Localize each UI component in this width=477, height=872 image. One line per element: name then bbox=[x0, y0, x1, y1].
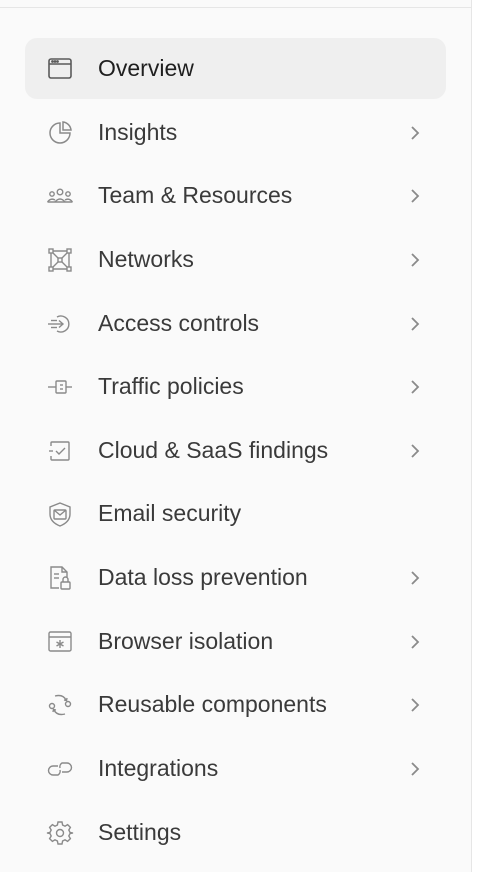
network-icon bbox=[46, 246, 74, 274]
reusable-icon bbox=[46, 691, 74, 719]
chevron-right-icon bbox=[405, 441, 425, 461]
chevron-right-icon bbox=[405, 759, 425, 779]
sidebar-item-label: Traffic policies bbox=[98, 373, 244, 399]
sidebar-item-networks[interactable]: Networks bbox=[25, 229, 446, 290]
access-icon bbox=[46, 310, 74, 338]
chevron-right-icon bbox=[405, 377, 425, 397]
sidebar-item-label: Email security bbox=[98, 500, 242, 526]
sidebar-item-label: Insights bbox=[98, 119, 178, 145]
divider bbox=[0, 7, 472, 8]
window-icon bbox=[46, 55, 74, 83]
sidebar-item-traffic-policies[interactable]: Traffic policies bbox=[25, 356, 446, 417]
sidebar-item-overview[interactable]: Overview bbox=[25, 38, 446, 99]
sidebar-item-label: Team & Resources bbox=[98, 182, 293, 208]
sidebar-item-label: Settings bbox=[98, 819, 182, 845]
sidebar-item-insights[interactable]: Insights bbox=[25, 102, 446, 163]
sidebar-item-access-controls[interactable]: Access controls bbox=[25, 293, 446, 354]
chevron-right-icon bbox=[405, 695, 425, 715]
sidebar-item-label: Overview bbox=[98, 55, 194, 81]
chevron-right-icon bbox=[405, 314, 425, 334]
sidebar-item-label: Reusable components bbox=[98, 691, 327, 717]
team-icon bbox=[46, 182, 74, 210]
chevron-right-icon bbox=[405, 250, 425, 270]
chevron-right-icon bbox=[405, 186, 425, 206]
chevron-right-icon bbox=[405, 632, 425, 652]
sidebar-item-cloud-saas-findings[interactable]: Cloud & SaaS findings bbox=[25, 420, 446, 481]
traffic-icon bbox=[46, 373, 74, 401]
sidebar-item-team-resources[interactable]: Team & Resources bbox=[25, 165, 446, 226]
pie-chart-icon bbox=[46, 119, 74, 147]
sidebar-item-label: Networks bbox=[98, 246, 194, 272]
sidebar-item-label: Cloud & SaaS findings bbox=[98, 437, 329, 463]
sidebar: Overview Insights Team & Resources Netwo… bbox=[0, 0, 472, 872]
sidebar-item-integrations[interactable]: Integrations bbox=[25, 738, 446, 799]
sidebar-item-reusable-components[interactable]: Reusable components bbox=[25, 674, 446, 735]
chevron-right-icon bbox=[405, 568, 425, 588]
sidebar-item-settings[interactable]: Settings bbox=[25, 802, 446, 863]
document-lock-icon bbox=[46, 564, 74, 592]
sidebar-item-label: Access controls bbox=[98, 310, 260, 336]
email-shield-icon bbox=[46, 500, 74, 528]
sidebar-item-label: Browser isolation bbox=[98, 628, 274, 654]
sidebar-item-browser-isolation[interactable]: Browser isolation bbox=[25, 611, 446, 672]
cloud-check-icon bbox=[46, 437, 74, 465]
sidebar-item-email-security[interactable]: Email security bbox=[25, 483, 446, 544]
browser-isolation-icon bbox=[46, 628, 74, 656]
gear-icon bbox=[46, 819, 74, 847]
sidebar-item-label: Integrations bbox=[98, 755, 219, 781]
sidebar-item-label: Data loss prevention bbox=[98, 564, 308, 590]
chevron-right-icon bbox=[405, 123, 425, 143]
link-icon bbox=[46, 755, 74, 783]
sidebar-item-data-loss-prevention[interactable]: Data loss prevention bbox=[25, 547, 446, 608]
